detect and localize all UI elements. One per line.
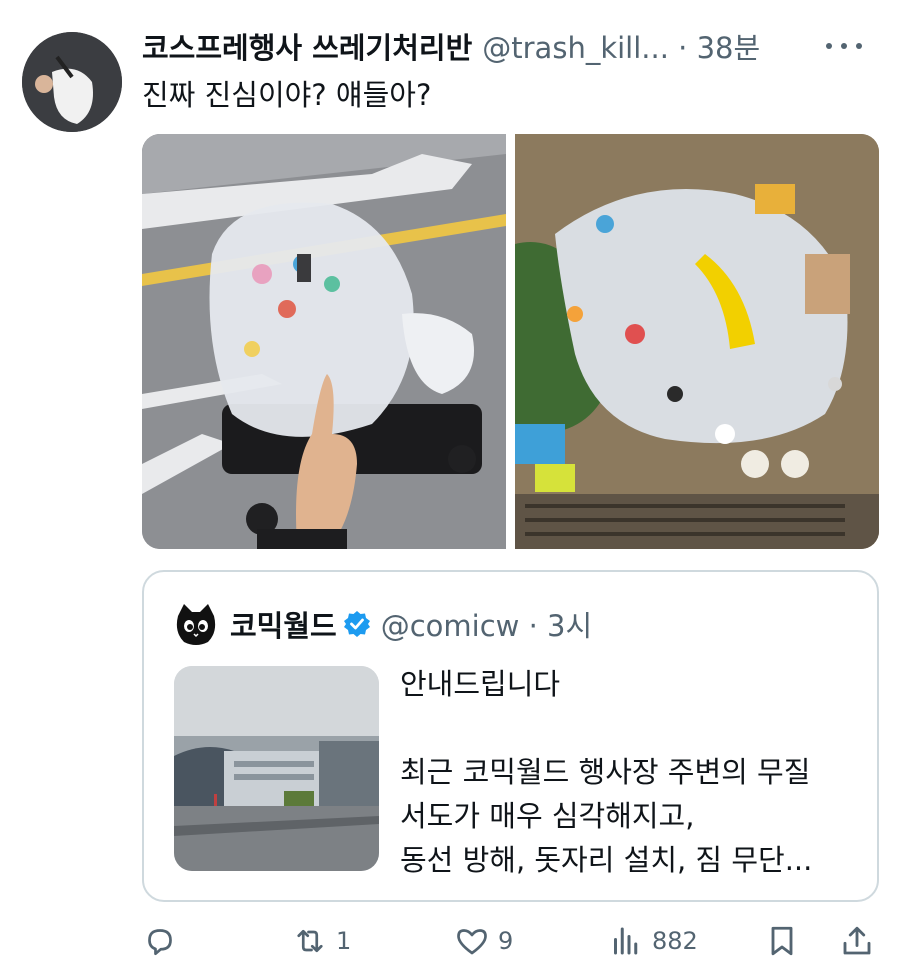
photo-trash-pile[interactable] — [515, 134, 879, 549]
verified-badge-icon — [343, 611, 370, 637]
author-handle-time[interactable]: @trash_kill... · 38분 — [482, 25, 760, 67]
quoted-tweet-header: 코믹월드 @comicw · 3시 — [174, 602, 592, 646]
repost-count: 1 — [336, 927, 352, 955]
quoted-display-name[interactable]: 코믹월드 — [230, 603, 337, 645]
bookmark-icon — [771, 926, 793, 956]
reply-icon — [148, 929, 172, 956]
quoted-handle-time[interactable]: @comicw · 3시 — [381, 603, 592, 645]
author-display-name[interactable]: 코스프레행사 쓰레기처리반 — [142, 25, 472, 67]
cat-avatar-icon[interactable] — [174, 602, 218, 646]
author-avatar[interactable] — [22, 32, 122, 132]
like-icon — [457, 929, 487, 955]
share-button[interactable] — [839, 916, 875, 966]
quoted-thumbnail-image[interactable] — [174, 666, 379, 871]
tweet-action-bar: 1 9 882 — [142, 916, 879, 966]
photo-trash-cart[interactable] — [142, 134, 506, 549]
repost-button[interactable]: 1 — [292, 916, 351, 966]
avatar-image — [22, 32, 122, 132]
views-button[interactable]: 882 — [608, 916, 698, 966]
like-count: 9 — [498, 927, 514, 955]
bookmark-button[interactable] — [764, 916, 800, 966]
views-icon — [614, 927, 638, 955]
repost-icon — [297, 929, 323, 953]
like-button[interactable]: 9 — [454, 916, 513, 966]
reply-button[interactable] — [142, 916, 178, 966]
more-options-icon[interactable] — [826, 34, 862, 58]
tweet-media — [142, 134, 879, 549]
share-icon — [843, 926, 871, 955]
tweet-header: 코스프레행사 쓰레기처리반 @trash_kill... · 38분 — [142, 26, 870, 66]
tweet-text: 진짜 진심이야? 얘들아? — [142, 78, 432, 112]
quoted-tweet-text: 안내드립니다 최근 코믹월드 행사장 주변의 무질 서도가 매우 심각해지고, … — [400, 667, 813, 877]
quoted-tweet[interactable]: 코믹월드 @comicw · 3시 안내드립니다 최근 코믹월드 행사장 주변의… — [142, 570, 879, 902]
views-count: 882 — [652, 927, 698, 955]
